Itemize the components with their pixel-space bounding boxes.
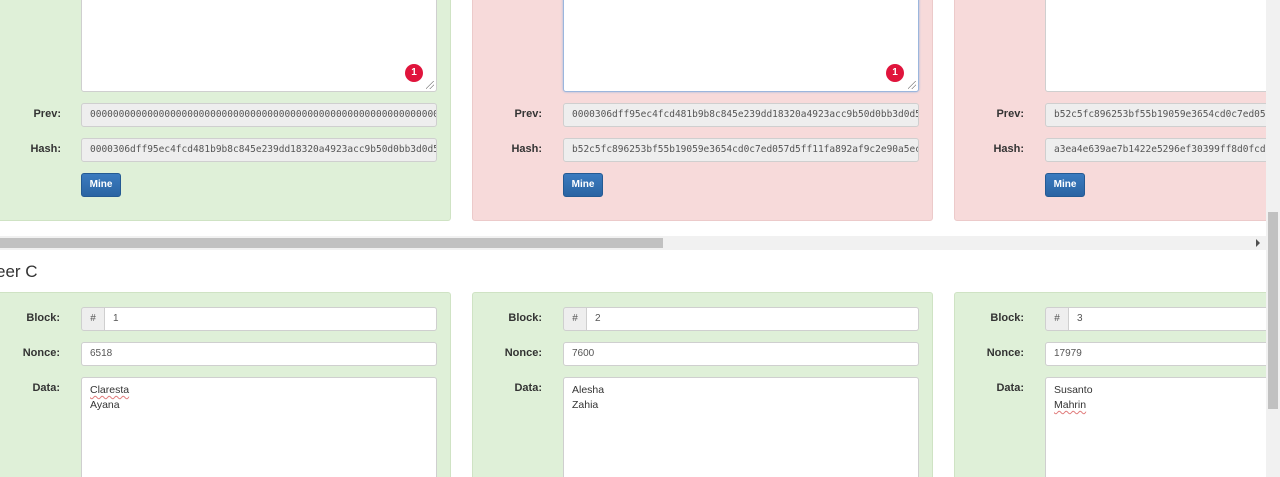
hash-prefix: # (563, 307, 587, 331)
prev-field[interactable]: 0000306dff95ec4fcd481b9b8c845e239dd18320… (563, 103, 919, 127)
mine-button[interactable]: Mine (81, 173, 121, 197)
block-card-peer-b-3: Prev: b52c5fc896253bf55b19059e3654cd0c7e… (954, 0, 1266, 221)
prev-label: Prev: (996, 108, 1024, 120)
hash-label: Hash: (993, 143, 1024, 155)
nonce-field[interactable]: 17979 (1045, 342, 1266, 366)
nonce-field[interactable]: 7600 (563, 342, 919, 366)
scroll-right-arrow-icon[interactable] (1256, 239, 1260, 247)
nonce-label: Nonce: (986, 347, 1024, 359)
block-card-peer-c-2: Block: # 2 Nonce: 7600 Data: Alesha Zahi… (472, 292, 933, 477)
data-textarea[interactable]: Alesha Zahia (563, 377, 919, 477)
error-badge: 1 (886, 64, 904, 82)
horizontal-scrollbar[interactable] (0, 236, 1266, 250)
resize-grip-icon[interactable] (908, 81, 916, 89)
vertical-scrollbar[interactable] (1266, 0, 1280, 477)
hash-prefix: # (1045, 307, 1069, 331)
nonce-field[interactable]: 6518 (81, 342, 437, 366)
data-line: Mahrin (1054, 399, 1087, 411)
prev-field[interactable]: b52c5fc896253bf55b19059e3654cd0c7ed057d (1045, 103, 1266, 127)
vertical-scroll-thumb[interactable] (1268, 212, 1278, 409)
data-textarea[interactable] (563, 0, 919, 92)
prev-field[interactable]: 0000000000000000000000000000000000000000… (81, 103, 437, 127)
error-badge: 1 (405, 64, 423, 82)
hash-field[interactable]: 0000306dff95ec4fcd481b9b8c845e239dd18320… (81, 138, 437, 162)
hash-prefix: # (81, 307, 105, 331)
blockchain-viewport: 1 Prev: 00000000000000000000000000000000… (0, 0, 1266, 477)
data-textarea[interactable]: Claresta Ayana (81, 377, 437, 477)
hash-field[interactable]: b52c5fc896253bf55b19059e3654cd0c7ed057d5… (563, 138, 919, 162)
block-card-peer-b-2: 1 Prev: 0000306dff95ec4fcd481b9b8c845e23… (472, 0, 933, 221)
nonce-label: Nonce: (22, 347, 60, 359)
resize-grip-icon[interactable] (426, 81, 434, 89)
peer-title: eer C (0, 262, 38, 281)
mine-button[interactable]: Mine (563, 173, 603, 197)
block-label: Block: (508, 312, 542, 324)
data-line: Alesha (572, 384, 605, 396)
data-label: Data: (32, 382, 60, 394)
block-label: Block: (990, 312, 1024, 324)
hash-field[interactable]: a3ea4e639ae7b1422e5296ef30399ff8d0fcd6 (1045, 138, 1266, 162)
nonce-label: Nonce: (504, 347, 542, 359)
mine-button[interactable]: Mine (1045, 173, 1085, 197)
block-number-field[interactable]: 1 (105, 307, 437, 331)
data-textarea[interactable]: Susanto Mahrin (1045, 377, 1266, 477)
prev-label: Prev: (514, 108, 542, 120)
block-card-peer-c-3: Block: # 3 Nonce: 17979 Data: Susanto Ma… (954, 292, 1266, 477)
block-number-field[interactable]: 2 (587, 307, 919, 331)
data-line: Zahia (572, 399, 599, 411)
data-line: Ayana (90, 399, 120, 411)
data-label: Data: (996, 382, 1024, 394)
prev-label: Prev: (33, 108, 61, 120)
block-label: Block: (26, 312, 60, 324)
data-label: Data: (514, 382, 542, 394)
block-card-peer-c-1: Block: # 1 Nonce: 6518 Data: Claresta Ay… (0, 292, 451, 477)
block-number-field[interactable]: 3 (1069, 307, 1266, 331)
data-textarea[interactable] (81, 0, 437, 92)
data-line: Claresta (90, 384, 130, 396)
data-textarea[interactable] (1045, 0, 1266, 92)
block-card-peer-b-1: 1 Prev: 00000000000000000000000000000000… (0, 0, 451, 221)
hash-label: Hash: (511, 143, 542, 155)
hash-label: Hash: (30, 143, 61, 155)
data-line: Susanto (1054, 384, 1093, 396)
horizontal-scroll-thumb[interactable] (0, 238, 663, 248)
